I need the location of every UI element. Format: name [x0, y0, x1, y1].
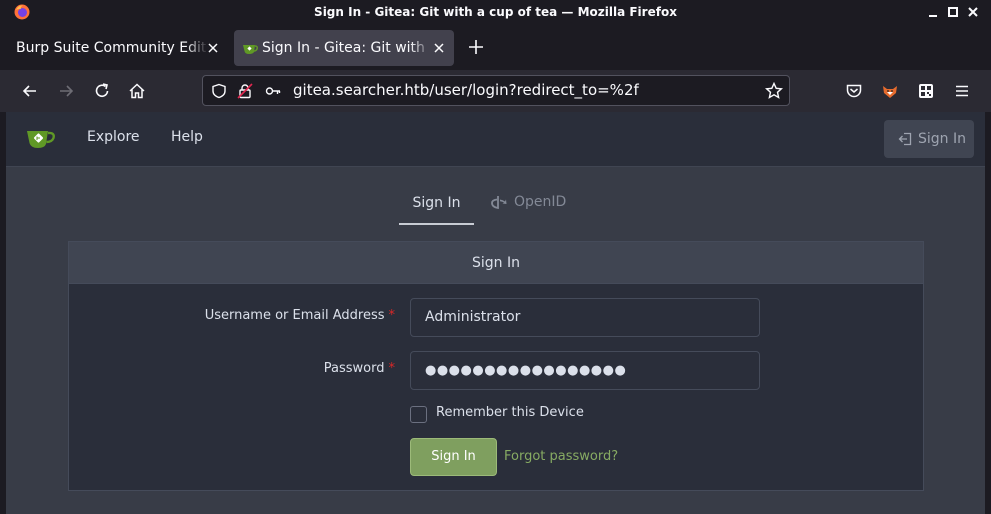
forgot-password-link[interactable]: Forgot password?: [504, 449, 618, 464]
pocket-icon: [846, 84, 862, 98]
close-icon: [968, 7, 978, 17]
home-icon: [129, 83, 145, 99]
nav-help-link[interactable]: Help: [171, 129, 203, 145]
password-label: Password *: [323, 361, 396, 376]
username-label: Username or Email Address *: [204, 308, 396, 323]
tab-strip: Burp Suite Community Edition Sign In - G…: [0, 24, 991, 70]
new-tab-plus-icon[interactable]: [467, 38, 485, 56]
app-menu-button[interactable]: [950, 79, 974, 103]
nav-sign-in-button[interactable]: Sign In: [884, 120, 974, 158]
home-button[interactable]: [125, 79, 149, 103]
sign-in-submit-button[interactable]: Sign In: [410, 438, 497, 476]
close-tab-icon[interactable]: [432, 41, 446, 55]
pocket-button[interactable]: [842, 79, 866, 103]
reload-button[interactable]: [90, 79, 114, 103]
tab-label: Sign In - Gitea: Git with a cup of tea: [262, 40, 430, 56]
window-title: Sign In - Gitea: Git with a cup of tea —…: [314, 5, 677, 19]
gitea-navbar: Explore Help Sign In: [6, 112, 985, 167]
key-icon[interactable]: [265, 83, 281, 99]
tab-burp-suite[interactable]: Burp Suite Community Edition: [8, 30, 226, 66]
tab-sign-in-label: Sign In: [412, 195, 461, 211]
remember-device-label[interactable]: Remember this Device: [436, 405, 584, 420]
fox-extension-icon: [883, 86, 897, 98]
forward-arrow-icon: [60, 85, 74, 97]
close-tab-icon[interactable]: [206, 41, 220, 55]
tab-gitea-sign-in[interactable]: Sign In - Gitea: Git with a cup of tea: [234, 30, 454, 66]
reload-icon: [95, 83, 109, 97]
back-arrow-icon: [22, 85, 36, 97]
gitea-logo-icon[interactable]: [26, 125, 56, 151]
tab-openid[interactable]: OpenID: [490, 193, 566, 211]
shield-icon[interactable]: [211, 83, 227, 99]
openid-icon: [491, 196, 507, 210]
gitea-favicon-icon: [243, 45, 258, 54]
remember-device-checkbox[interactable]: [410, 406, 427, 423]
sign-in-icon: [898, 132, 912, 146]
navigation-toolbar: gitea.searcher.htb/user/login?redirect_t…: [0, 70, 991, 112]
hamburger-menu-icon: [956, 85, 968, 97]
auth-tabs-menu: Sign In OpenID: [6, 168, 985, 225]
minimize-button[interactable]: [925, 4, 941, 20]
form-header: Sign In: [69, 242, 923, 284]
tab-sign-in[interactable]: Sign In: [399, 193, 474, 225]
window-titlebar: Sign In - Gitea: Git with a cup of tea —…: [0, 0, 991, 24]
foxyproxy-button[interactable]: [878, 79, 902, 103]
gitea-page: Explore Help Sign In Sign In OpenID Sign…: [6, 112, 985, 514]
back-button[interactable]: [18, 79, 42, 103]
password-input[interactable]: ●●●●●●●●●●●●●●●●●: [410, 351, 760, 390]
minimize-icon: [929, 15, 937, 17]
qr-extension-icon: [919, 84, 933, 98]
required-marker: *: [388, 361, 396, 376]
tab-label: Burp Suite Community Edition: [16, 40, 206, 56]
username-input[interactable]: Administrator: [410, 298, 760, 337]
bookmark-star-icon[interactable]: [765, 82, 783, 100]
url-bar[interactable]: gitea.searcher.htb/user/login?redirect_t…: [202, 75, 790, 106]
extension-button[interactable]: [914, 79, 938, 103]
sign-in-form-card: Sign In Username or Email Address * Admin…: [68, 241, 924, 491]
insecure-lock-icon[interactable]: [237, 83, 253, 99]
url-text[interactable]: gitea.searcher.htb/user/login?redirect_t…: [293, 76, 639, 105]
nav-explore-link[interactable]: Explore: [87, 129, 140, 145]
maximize-icon: [948, 7, 958, 17]
maximize-button[interactable]: [945, 4, 961, 20]
close-window-button[interactable]: [965, 4, 981, 20]
forward-button[interactable]: [54, 79, 78, 103]
tab-openid-label: OpenID: [514, 194, 567, 210]
nav-sign-in-label: Sign In: [918, 131, 966, 147]
required-marker: *: [388, 308, 396, 323]
